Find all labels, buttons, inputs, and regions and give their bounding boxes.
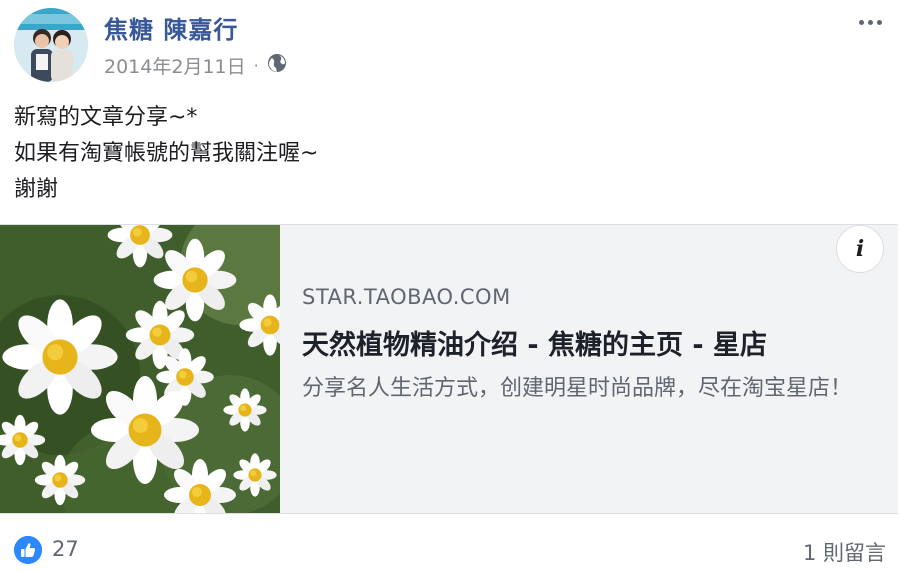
link-domain: STAR.TAOBAO.COM — [302, 285, 511, 309]
post-body-line: 謝謝 — [14, 177, 59, 202]
meta-separator: · — [253, 55, 259, 75]
post-body-line: 新寫的文章分享~* — [14, 105, 198, 130]
post-meta: 2014年2月11日 · — [104, 52, 287, 78]
chamomile-flowers-image — [0, 225, 280, 513]
post-date[interactable]: 2014年2月11日 — [104, 52, 246, 79]
post-body-line: 如果有淘寶帳號的幫我關注喔~ — [14, 141, 319, 166]
comment-count[interactable]: 1 則留言 — [803, 537, 886, 567]
link-description: 分享名人生活方式，创建明星时尚品牌，尽在淘宝星店！ — [302, 376, 853, 401]
post-body: 新寫的文章分享~* 如果有淘寶帳號的幫我關注喔~ 謝謝 — [14, 100, 318, 208]
post-footer: 27 1 則留言 — [0, 512, 900, 571]
globe-icon[interactable] — [267, 53, 287, 78]
avatar-photo — [14, 8, 88, 82]
link-preview-info: STAR.TAOBAO.COM 天然植物精油介绍 - 焦糖的主页 - 星店 分享… — [302, 285, 868, 406]
author-name[interactable]: 焦糖 陳嘉行 — [104, 10, 238, 45]
link-thumbnail[interactable] — [0, 225, 280, 513]
author-avatar[interactable] — [14, 8, 88, 82]
like-count[interactable]: 27 — [52, 537, 79, 561]
facebook-post: 焦糖 陳嘉行 2014年2月11日 · 新寫的文章分享~* 如果有淘寶帳號的幫我… — [0, 0, 900, 571]
like-icon[interactable] — [14, 536, 42, 564]
link-preview-card[interactable]: i STAR.TAOBAO.COM 天然植物精油介绍 - 焦糖的主页 - 星店 … — [0, 224, 898, 514]
info-icon[interactable]: i — [836, 225, 884, 273]
more-dots-icon[interactable] — [852, 8, 888, 36]
link-title[interactable]: 天然植物精油介绍 - 焦糖的主页 - 星店 — [302, 323, 868, 362]
